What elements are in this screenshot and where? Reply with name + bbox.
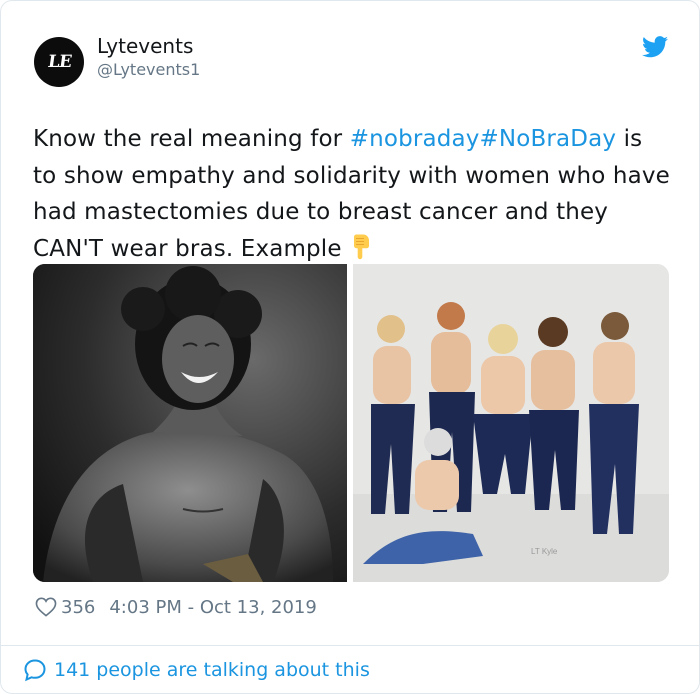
divider (1, 645, 699, 646)
photo-watermark: LT Kyle (531, 547, 558, 556)
like-count[interactable]: 356 (61, 597, 95, 618)
hashtag-link-NoBraDay[interactable]: #NoBraDay (479, 126, 616, 152)
group-photo-image: LT Kyle (353, 264, 669, 582)
tweet-meta: 356 4:03 PM - Oct 13, 2019 (35, 595, 317, 619)
avatar[interactable]: LE (34, 37, 84, 87)
tweet-timestamp[interactable]: 4:03 PM - Oct 13, 2019 (109, 597, 316, 618)
tweet-text-lead: Know the real meaning for (33, 126, 350, 152)
tweet-text: Know the real meaning for #nobraday#NoBr… (33, 121, 673, 267)
pointing-down-emoji-icon (353, 234, 369, 259)
tweet-card: LE Lytevents @Lytevents1 Know the real m… (0, 0, 700, 694)
tweet-photo-portrait[interactable] (33, 264, 347, 582)
avatar-logo-text: LE (46, 52, 72, 72)
speech-bubble-icon (24, 659, 46, 682)
hashtag-link-nobraday[interactable]: #nobraday (350, 126, 480, 152)
tweet-photo-group[interactable]: LT Kyle (353, 264, 669, 582)
twitter-bird-icon[interactable] (642, 36, 668, 58)
author-name[interactable]: Lytevents (97, 34, 193, 58)
portrait-photo-image (33, 264, 347, 582)
heart-icon[interactable] (35, 597, 57, 617)
conversation-link[interactable]: 141 people are talking about this (23, 657, 370, 683)
author-handle[interactable]: @Lytevents1 (97, 60, 200, 80)
conversation-label[interactable]: 141 people are talking about this (54, 659, 370, 681)
